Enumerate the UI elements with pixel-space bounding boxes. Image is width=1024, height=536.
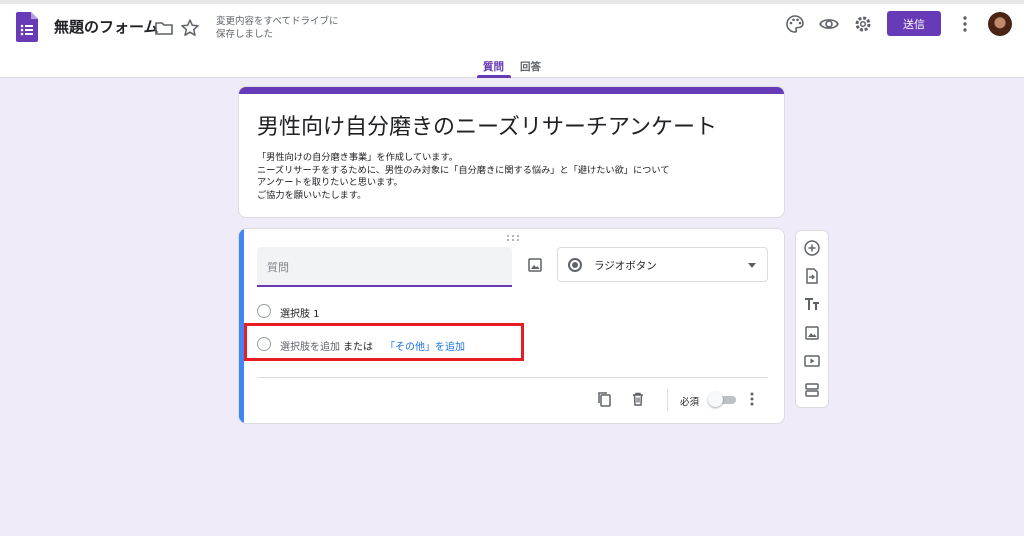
description-line: ご協力を願いいたします。 — [257, 189, 367, 201]
save-status-line-1: 変更内容をすべてドライブに — [216, 16, 339, 27]
question-card[interactable]: 質問 ラジオボタン 選択肢 1 選択肢を追加 または 「その他」を追加 必須 — [238, 228, 785, 424]
required-label: 必須 — [680, 397, 700, 408]
annotation-highlight-box — [244, 323, 524, 361]
import-questions-icon[interactable] — [803, 267, 821, 285]
section-icon[interactable] — [803, 381, 821, 399]
app-header: 無題のフォーム 変更内容をすべてドライブに 保存しました 送信 質問 回答 — [0, 0, 1024, 78]
footer-separator — [667, 389, 668, 411]
toggle-knob — [708, 392, 723, 407]
send-button[interactable]: 送信 — [887, 11, 941, 36]
save-status: 変更内容をすべてドライブに 保存しました — [216, 15, 338, 41]
forms-logo-icon[interactable] — [16, 12, 38, 42]
active-tab-indicator — [477, 75, 511, 78]
survey-description[interactable]: 「男性向けの自分磨き事業」を作成しています。 ニーズリサーチをするために、男性の… — [257, 152, 669, 202]
question-type-label: ラジオボタン — [594, 260, 657, 272]
form-title[interactable]: 無題のフォーム — [54, 16, 159, 37]
title-text-icon[interactable] — [803, 295, 821, 313]
more-vert-icon[interactable] — [957, 14, 973, 34]
palette-icon[interactable] — [785, 14, 805, 34]
option-radio-icon — [257, 304, 271, 318]
description-line: ニーズリサーチをするために、男性のみ対象に「自分磨きに関する悩み」と「避けたい欲… — [257, 164, 670, 176]
footer-divider — [257, 377, 768, 378]
tab-responses[interactable]: 回答 — [520, 59, 541, 74]
tab-questions[interactable]: 質問 — [483, 59, 504, 74]
theme-color-bar — [239, 87, 784, 94]
duplicate-icon[interactable] — [596, 391, 612, 407]
question-title-input[interactable]: 質問 — [257, 247, 512, 287]
delete-icon[interactable] — [630, 391, 646, 407]
account-avatar[interactable] — [988, 12, 1012, 36]
browser-top-stripe — [0, 0, 1024, 4]
video-icon[interactable] — [803, 352, 821, 370]
dropdown-caret-icon — [748, 263, 756, 268]
form-header-card[interactable]: 男性向け自分磨きのニーズリサーチアンケート 「男性向けの自分磨き事業」を作成して… — [238, 86, 785, 218]
add-image-icon[interactable] — [527, 257, 543, 273]
radio-button-icon — [568, 258, 582, 272]
folder-icon[interactable] — [154, 18, 174, 38]
star-icon[interactable] — [180, 18, 200, 38]
survey-title[interactable]: 男性向け自分磨きのニーズリサーチアンケート — [257, 109, 717, 141]
question-more-icon[interactable] — [745, 391, 759, 407]
add-question-icon[interactable] — [803, 239, 821, 257]
drag-handle-icon[interactable] — [506, 234, 520, 242]
option-1-input[interactable]: 選択肢 1 — [280, 305, 320, 320]
question-toolbar — [795, 230, 829, 408]
question-type-select[interactable]: ラジオボタン — [557, 247, 768, 282]
settings-icon[interactable] — [853, 14, 873, 34]
description-line: アンケートを取りたいと思います。 — [257, 177, 403, 188]
description-line: 「男性向けの自分磨き事業」を作成しています。 — [257, 152, 458, 163]
preview-icon[interactable] — [819, 14, 839, 34]
save-status-line-2: 保存しました — [216, 29, 274, 40]
required-toggle[interactable] — [708, 392, 736, 407]
question-placeholder: 質問 — [267, 261, 289, 274]
image-icon[interactable] — [803, 324, 821, 342]
